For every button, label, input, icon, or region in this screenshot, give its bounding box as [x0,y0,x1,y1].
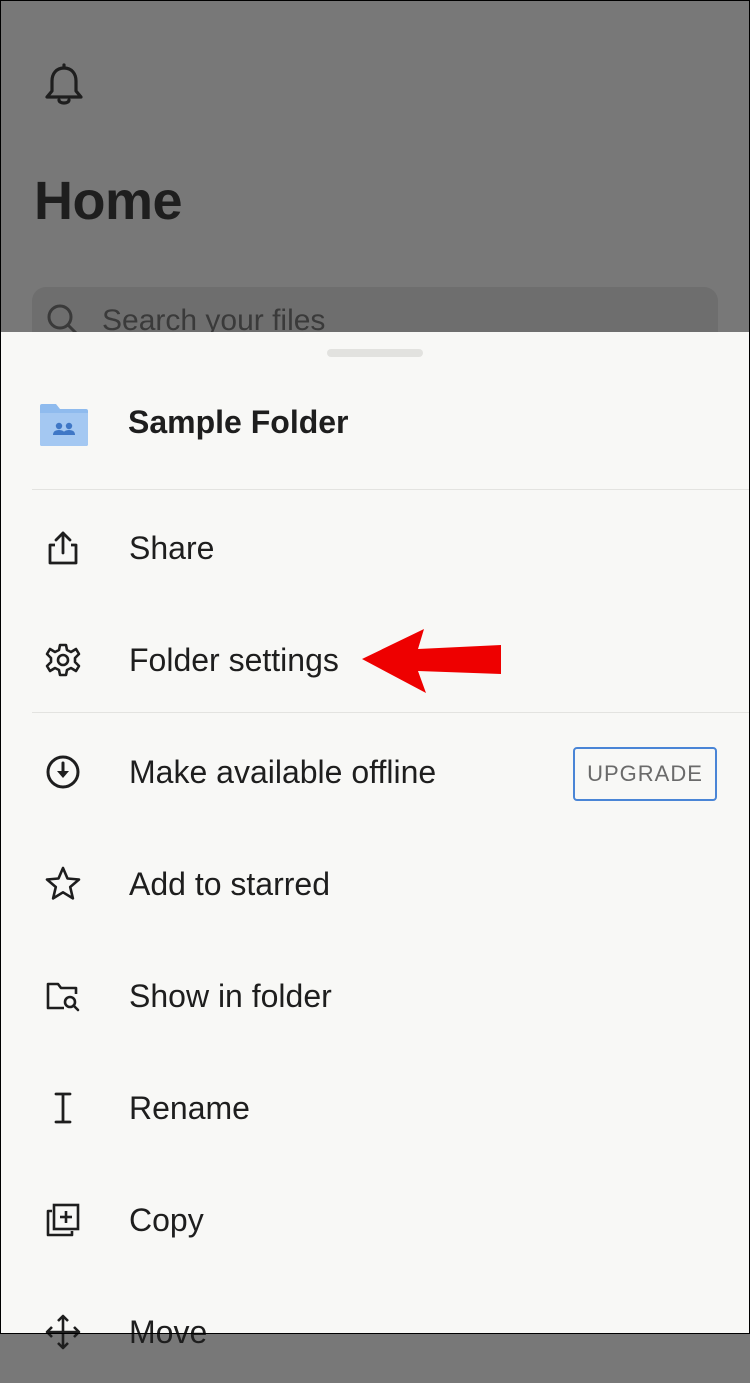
share-icon [48,531,78,565]
menu-item-copy[interactable]: Copy [0,1167,750,1271]
menu-item-label: Add to starred [129,866,330,902]
red-arrow-annotation-icon [362,629,501,693]
star-icon [45,866,81,900]
move-icon [45,1314,81,1350]
sheet-grabber-handle[interactable] [327,349,423,357]
bell-icon[interactable] [40,62,88,110]
folder-name: Sample Folder [128,404,349,440]
action-sheet: Sample Folder Share Folder settings Make… [0,332,750,1350]
gear-icon [45,643,81,677]
menu-item-label: Move [129,1314,208,1350]
folder-header: Sample Folder [0,388,750,458]
divider [32,712,750,713]
folder-search-icon [46,982,80,1012]
upgrade-button[interactable]: UPGRADE [573,747,717,801]
menu-item-label: Show in folder [129,978,332,1014]
copy-icon [46,1203,80,1237]
menu-item-label: Share [129,530,215,566]
download-circle-icon [46,755,80,789]
menu-item-label: Rename [129,1090,250,1126]
divider [32,489,750,490]
shared-folder-icon [40,404,88,446]
menu-item-show-in-folder[interactable]: Show in folder [0,943,750,1047]
menu-item-rename[interactable]: Rename [0,1055,750,1159]
menu-item-label: Folder settings [129,642,339,678]
menu-item-share[interactable]: Share [0,495,750,599]
menu-item-add-to-starred[interactable]: Add to starred [0,831,750,935]
menu-item-move[interactable]: Move [0,1279,750,1383]
menu-item-label: Copy [129,1202,204,1238]
menu-item-label: Make available offline [129,754,437,790]
text-cursor-icon [54,1092,72,1124]
page-title: Home [34,171,183,231]
menu-item-make-available-offline[interactable]: Make available offline UPGRADE [0,719,750,823]
